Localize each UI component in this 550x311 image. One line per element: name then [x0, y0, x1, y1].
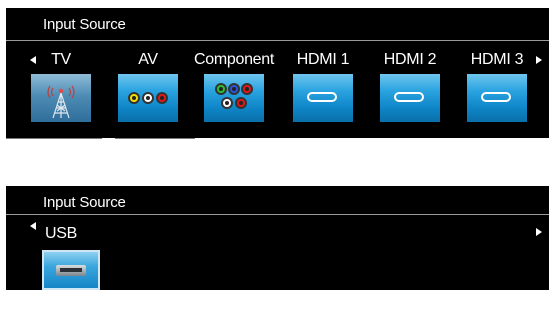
composite-jacks-icon [118, 74, 178, 122]
source-item-hdmi-2[interactable]: HDMI 2 [378, 51, 442, 122]
hdmi-port-icon [293, 74, 353, 122]
source-item-hdmi-3[interactable]: HDMI 3 [465, 51, 529, 122]
white-jack-icon [142, 92, 154, 104]
hdmi-port-icon [467, 74, 527, 122]
source-label: USB [45, 225, 77, 242]
source-item-hdmi-1[interactable]: HDMI 1 [291, 51, 355, 122]
source-label: TV [51, 51, 71, 68]
title-divider [6, 40, 549, 41]
hdmi-slot [394, 92, 424, 102]
hdmi-port-icon [380, 74, 440, 122]
input-source-panel-bottom: Input Source USB [6, 186, 549, 290]
white-jack-icon [221, 97, 233, 109]
panel-underline [6, 138, 102, 139]
source-item-tv[interactable]: TV [29, 51, 93, 122]
scroll-right-arrow-icon[interactable] [536, 56, 542, 64]
source-label: HDMI 2 [383, 51, 437, 68]
scroll-right-arrow-icon[interactable] [536, 228, 542, 236]
title-divider [6, 214, 549, 215]
antenna-icon [31, 74, 91, 122]
panel-title: Input Source [43, 16, 126, 33]
component-jacks-icon [204, 74, 264, 122]
source-label: Component [193, 51, 275, 68]
panel-title: Input Source [43, 194, 126, 211]
usb-port [56, 265, 86, 276]
blue-jack-icon [228, 83, 240, 95]
source-item-usb[interactable]: USB [42, 225, 102, 290]
usb-port-icon [42, 250, 100, 290]
red-jack-icon [241, 83, 253, 95]
hdmi-slot [481, 92, 511, 102]
hdmi-slot [307, 92, 337, 102]
source-item-component[interactable]: Component [194, 51, 274, 122]
source-label: HDMI 1 [296, 51, 350, 68]
source-label: HDMI 3 [470, 51, 524, 68]
red-jack-icon [156, 92, 168, 104]
scroll-left-arrow-icon[interactable] [30, 222, 36, 230]
input-source-panel-top: Input Source TV AV Component HDMI 1 HDMI… [6, 8, 549, 138]
yellow-jack-icon [128, 92, 140, 104]
source-item-av[interactable]: AV [116, 51, 180, 122]
panel-underline [115, 138, 195, 139]
source-label: AV [138, 51, 158, 68]
green-jack-icon [215, 83, 227, 95]
red-jack-icon [235, 97, 247, 109]
